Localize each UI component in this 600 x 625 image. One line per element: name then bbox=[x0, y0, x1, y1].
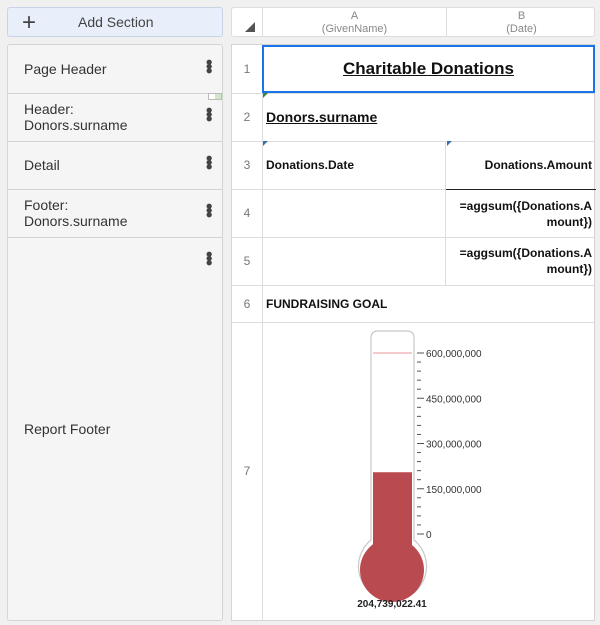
section-list: Page Header ••• Header: Donors.surname •••… bbox=[7, 44, 223, 621]
column-header-a[interactable]: A (GivenName) bbox=[262, 8, 446, 36]
cell-a6[interactable]: FUNDRAISING GOAL bbox=[262, 285, 595, 322]
thermometer-chart: 0 150,000,000 300,000,000 450,000,000 600,00… bbox=[357, 330, 482, 610]
tick-label: 150,000,000 bbox=[426, 485, 482, 496]
cell-a5[interactable] bbox=[262, 237, 446, 285]
cell-b3[interactable]: Donations.Amount bbox=[446, 141, 596, 189]
cell-a4[interactable] bbox=[262, 189, 446, 237]
column-header-b[interactable]: B (Date) bbox=[446, 8, 596, 36]
table-row: 6 FUNDRAISING GOAL bbox=[232, 285, 594, 323]
value-label: 204,739,022.41 bbox=[357, 599, 427, 610]
toggle-icon[interactable] bbox=[208, 93, 222, 100]
table-row: 1 Charitable Donations bbox=[232, 45, 595, 94]
table-row: 3 Donations.Date Donations.Amount bbox=[232, 141, 594, 190]
cell-b4[interactable]: =aggsum({Donations.Amount}) bbox=[446, 189, 596, 237]
table-row: 4 =aggsum({Donations.Amount}) bbox=[232, 189, 596, 238]
column-header-row: A (GivenName) B (Date) bbox=[231, 7, 595, 37]
tick-label: 600,000,000 bbox=[426, 349, 482, 360]
cell-a1[interactable]: Charitable Donations bbox=[262, 45, 595, 93]
table-row: 2 Donors.surname bbox=[232, 93, 594, 142]
tick-label: 450,000,000 bbox=[426, 394, 482, 405]
cell-a7[interactable]: 0 150,000,000 300,000,000 450,000,000 600,00… bbox=[262, 322, 595, 620]
tick-label: 300,000,000 bbox=[426, 440, 482, 451]
report-grid: 1 Charitable Donations 2 Donors.surname … bbox=[231, 44, 596, 621]
table-row: 5 =aggsum({Donations.Amount}) bbox=[232, 237, 594, 286]
table-row: 7 0 150,000,000 300,000,000 450,000,000 600,… bbox=[232, 322, 594, 620]
section-footer[interactable]: Footer: Donors.surname ••• bbox=[8, 189, 222, 238]
select-all-icon[interactable] bbox=[245, 22, 255, 32]
thermometer-fill bbox=[373, 472, 412, 545]
section-page-header[interactable]: Page Header ••• bbox=[8, 45, 222, 94]
cell-b5[interactable]: =aggsum({Donations.Amount}) bbox=[446, 237, 596, 285]
more-icon[interactable]: ••• bbox=[199, 59, 219, 72]
cell-a2[interactable]: Donors.surname bbox=[262, 93, 595, 141]
tick-label: 0 bbox=[426, 530, 432, 541]
thermometer-bulb bbox=[360, 538, 424, 602]
more-icon[interactable]: ••• bbox=[199, 107, 219, 120]
more-icon[interactable]: ••• bbox=[199, 251, 219, 264]
cell-a3[interactable]: Donations.Date bbox=[262, 141, 446, 189]
section-header[interactable]: Header: Donors.surname ••• bbox=[8, 93, 222, 142]
plus-icon: + bbox=[22, 9, 37, 36]
more-icon[interactable]: ••• bbox=[199, 155, 219, 168]
add-section-button[interactable]: + Add Section bbox=[7, 7, 223, 37]
section-detail[interactable]: Detail ••• bbox=[8, 141, 222, 190]
section-report-footer[interactable]: Report Footer ••• bbox=[8, 237, 222, 620]
more-icon[interactable]: ••• bbox=[199, 203, 219, 216]
